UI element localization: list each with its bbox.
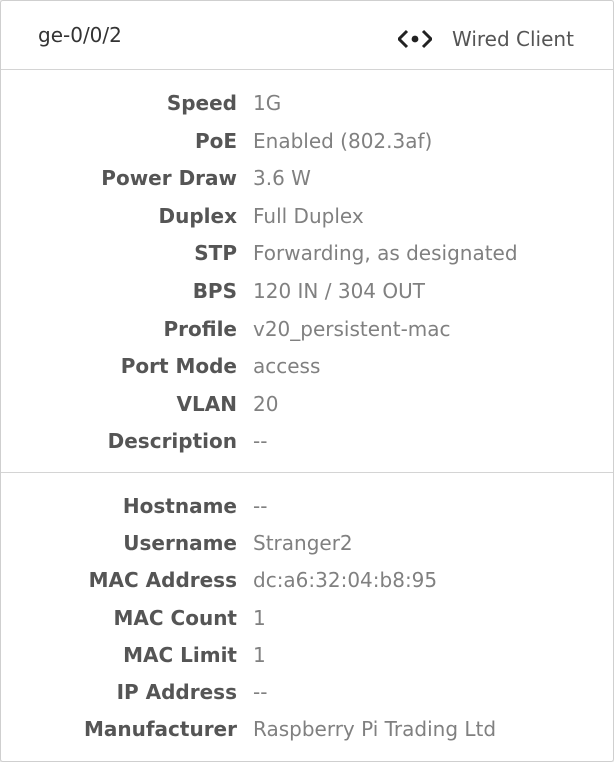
detail-label: Duplex [158, 203, 237, 228]
detail-value: dc:a6:32:04:b8:95 [253, 568, 438, 593]
detail-row-poe: PoE Enabled (802.3af) [1, 123, 613, 161]
detail-value: 1G [253, 91, 282, 115]
popover-header: ge-0/0/2 Wired Client [1, 1, 613, 70]
detail-value: Full Duplex [253, 203, 364, 228]
detail-label: Port Mode [120, 354, 237, 379]
detail-value: Forwarding, as designated [253, 241, 518, 266]
detail-row-power-draw: Power Draw 3.6 W [1, 160, 613, 198]
detail-row-username: Username Stranger2 [1, 525, 613, 562]
detail-row-vlan: VLAN 20 [1, 386, 613, 424]
detail-row-stp: STP Forwarding, as designated [1, 235, 613, 273]
detail-label: Power Draw [101, 166, 237, 191]
detail-label: Profile [163, 316, 237, 341]
detail-label: STP [194, 241, 237, 266]
detail-value: -- [253, 679, 268, 704]
detail-row-port-mode: Port Mode access [1, 348, 613, 386]
detail-label: MAC Count [113, 605, 237, 630]
detail-value: -- [253, 429, 268, 454]
detail-value: 120 IN / 304 OUT [253, 278, 425, 303]
detail-row-manufacturer: Manufacturer Raspberry Pi Trading Ltd [1, 711, 613, 748]
detail-value: 3.6 W [253, 166, 311, 191]
detail-row-speed: Speed 1G [1, 85, 613, 123]
detail-value: 20 [253, 391, 279, 416]
detail-label: Hostname [122, 494, 237, 518]
detail-value: 1 [253, 605, 266, 630]
port-name: ge-0/0/2 [38, 23, 122, 47]
detail-label: IP Address [116, 679, 237, 704]
detail-value: access [253, 354, 321, 379]
port-details-popover: ge-0/0/2 Wired Client Speed 1G PoE Enabl… [0, 0, 614, 762]
detail-value: -- [253, 494, 268, 518]
detail-label: Manufacturer [83, 717, 237, 742]
detail-label: BPS [192, 278, 237, 303]
detail-row-description: Description -- [1, 423, 613, 461]
detail-row-mac-limit: MAC Limit 1 [1, 637, 613, 674]
client-type: Wired Client [398, 25, 574, 53]
wired-client-icon [398, 29, 432, 49]
section-divider [1, 472, 613, 473]
detail-value: Enabled (802.3af) [253, 128, 433, 153]
detail-label: VLAN [176, 391, 237, 416]
detail-value: Stranger2 [253, 531, 353, 556]
detail-value: 1 [253, 642, 266, 667]
detail-label: MAC Address [88, 568, 237, 593]
detail-row-hostname: Hostname -- [1, 488, 613, 525]
detail-label: PoE [194, 128, 237, 153]
detail-row-duplex: Duplex Full Duplex [1, 198, 613, 236]
client-type-label: Wired Client [452, 27, 574, 51]
client-details-section: Hostname -- Username Stranger2 MAC Addre… [1, 488, 613, 748]
detail-row-profile: Profile v20_persistent-mac [1, 311, 613, 349]
detail-row-ip-address: IP Address -- [1, 674, 613, 711]
detail-label: Description [107, 429, 237, 454]
port-details-section: Speed 1G PoE Enabled (802.3af) Power Dra… [1, 85, 613, 461]
detail-value: Raspberry Pi Trading Ltd [253, 717, 497, 742]
detail-value: v20_persistent-mac [253, 316, 451, 341]
detail-label: Speed [166, 91, 237, 115]
detail-label: MAC Limit [123, 642, 237, 667]
detail-row-mac-count: MAC Count 1 [1, 600, 613, 637]
detail-row-bps: BPS 120 IN / 304 OUT [1, 273, 613, 311]
detail-label: Username [123, 531, 237, 556]
detail-row-mac-address: MAC Address dc:a6:32:04:b8:95 [1, 562, 613, 599]
